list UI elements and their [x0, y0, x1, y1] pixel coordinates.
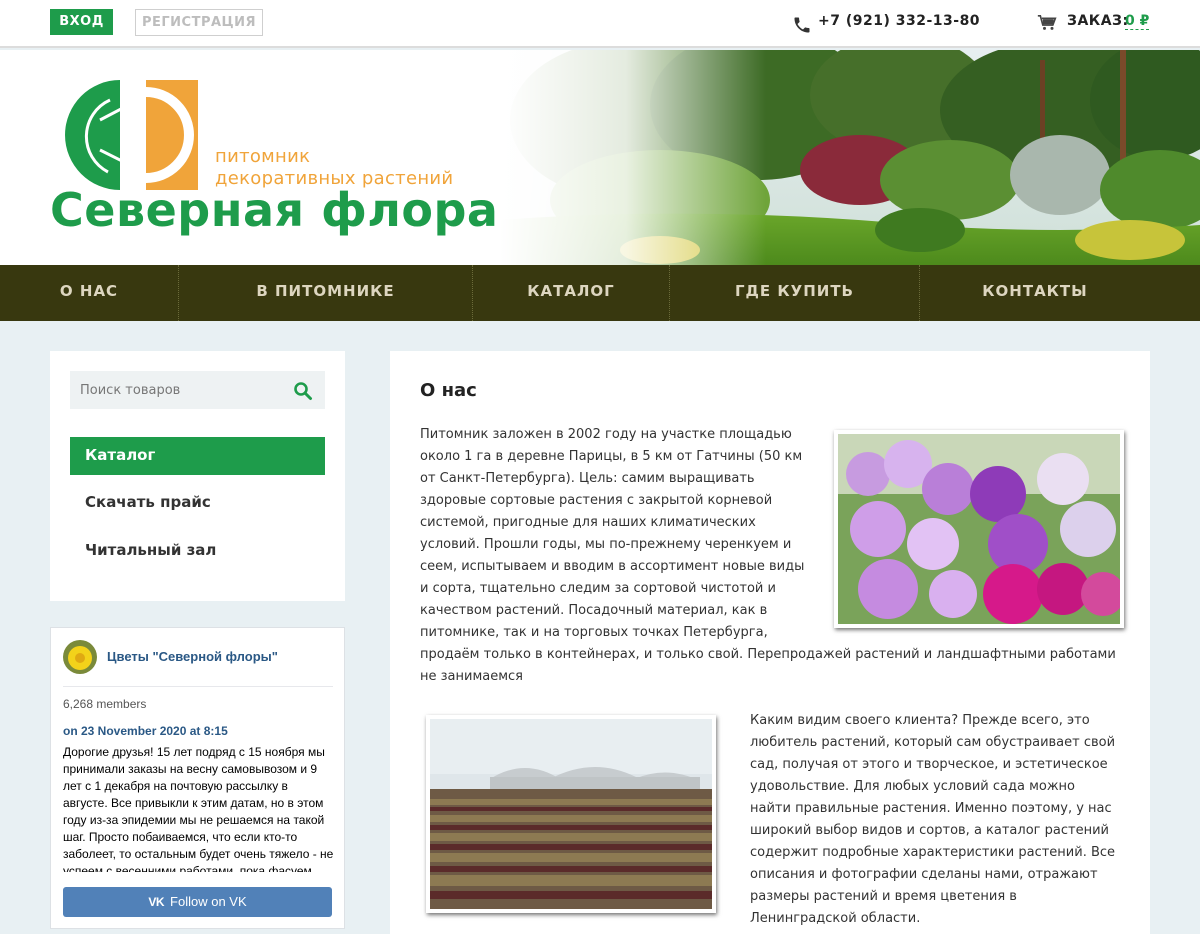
phlox-flowers-photo[interactable]	[834, 430, 1124, 628]
vk-group-name[interactable]: Цветы "Северной флоры"	[107, 649, 278, 664]
phone-icon	[794, 17, 810, 33]
order-total[interactable]: 0 ₽	[1125, 13, 1150, 30]
vk-members-count: 6,268 members	[63, 697, 147, 711]
vk-divider	[63, 686, 333, 687]
sidebar-item-reading-room[interactable]: Читальный зал	[70, 532, 325, 570]
nav-where-to-buy[interactable]: ГДЕ КУПИТЬ	[670, 265, 920, 321]
about-paragraph-2: Каким видим своего клиента? Прежде всего…	[750, 713, 1116, 926]
nursery-greenhouse-photo[interactable]	[426, 715, 716, 913]
vk-follow-button[interactable]: VK Follow on VK	[63, 887, 332, 917]
logo-title[interactable]: Северная флора	[50, 183, 498, 237]
logo-subtitle-line1: питомник	[215, 146, 311, 167]
search-box	[70, 371, 325, 409]
sidebar-item-download-price[interactable]: Скачать прайс	[70, 484, 325, 522]
login-button[interactable]: ВХОД	[50, 9, 113, 35]
nav-in-nursery[interactable]: В ПИТОМНИКЕ	[179, 265, 473, 321]
vk-follow-label: Follow on VK	[170, 894, 247, 909]
site-header: питомник декоративных растений Северная …	[0, 50, 1200, 265]
search-icon[interactable]	[293, 381, 313, 401]
main-nav: О НАС В ПИТОМНИКЕ КАТАЛОГ ГДЕ КУПИТЬ КОН…	[0, 265, 1200, 321]
vk-group-avatar[interactable]	[63, 640, 97, 674]
nav-about[interactable]: О НАС	[0, 265, 179, 321]
order-label: ЗАКАЗ:	[1067, 13, 1129, 29]
sidebar-item-catalog[interactable]: Каталог	[70, 437, 325, 475]
vk-logo-icon: VK	[148, 895, 165, 909]
garden-header-photo	[500, 50, 1200, 265]
vk-post-text: Дорогие друзья! 15 лет подряд с 15 ноябр…	[63, 745, 334, 872]
phone-number[interactable]: +7 (921) 332-13-80	[818, 13, 980, 29]
nav-contacts[interactable]: КОНТАКТЫ	[920, 265, 1150, 321]
vk-widget: Цветы "Северной флоры" 6,268 members on …	[50, 627, 345, 929]
page-title: О нас	[420, 380, 477, 401]
sidebar: Каталог Скачать прайс Читальный зал	[50, 351, 345, 601]
top-bar: ВХОД РЕГИСТРАЦИЯ +7 (921) 332-13-80 ЗАКА…	[0, 0, 1200, 48]
search-input[interactable]	[70, 371, 285, 409]
about-paragraph-1: Питомник заложен в 2002 году на участке …	[420, 424, 1124, 688]
vk-post-date[interactable]: on 23 November 2020 at 8:15	[63, 724, 228, 738]
register-button[interactable]: РЕГИСТРАЦИЯ	[135, 9, 263, 36]
cart-icon[interactable]	[1037, 14, 1057, 31]
nav-catalog[interactable]: КАТАЛОГ	[473, 265, 670, 321]
main-content: О нас Питомник заложен в 2002 году на уч…	[390, 351, 1150, 934]
